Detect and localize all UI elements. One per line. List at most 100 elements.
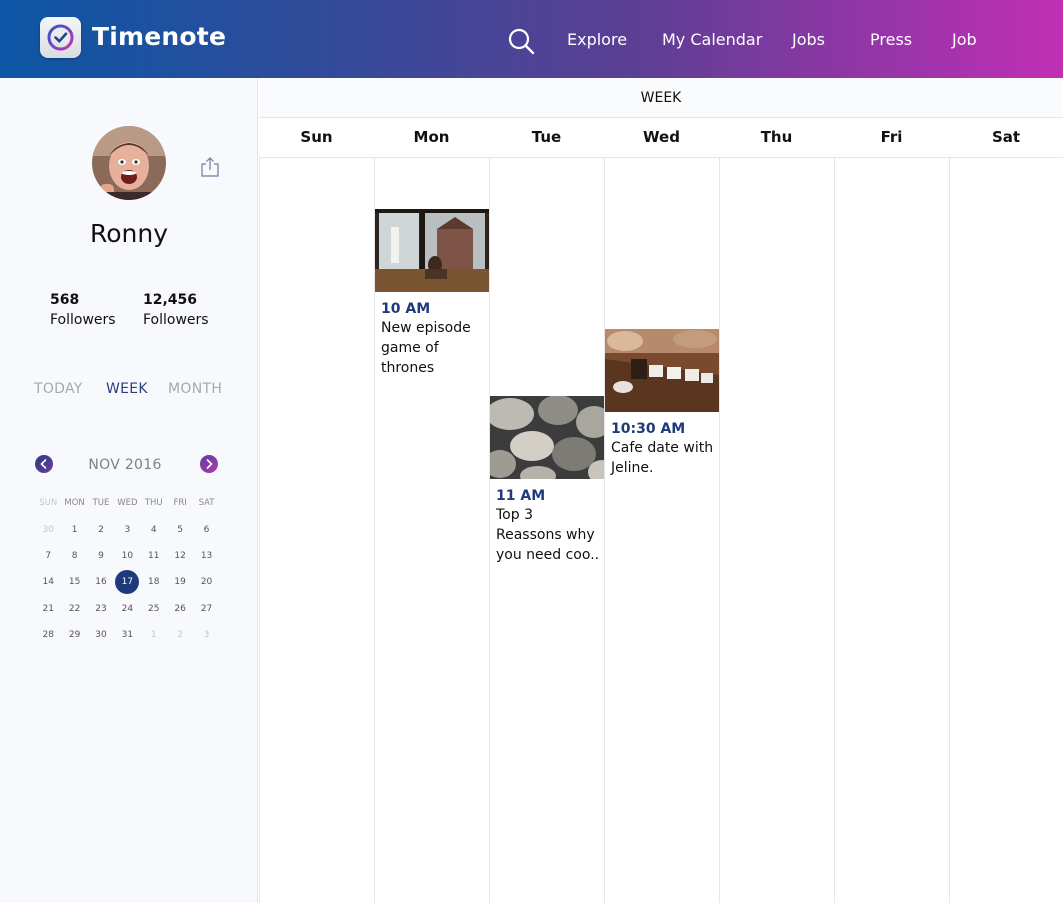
day-cell[interactable]: 5 bbox=[167, 525, 193, 535]
day-cell[interactable]: 20 bbox=[193, 577, 219, 587]
day-column-fri[interactable] bbox=[834, 158, 949, 903]
stat-label: Followers bbox=[50, 312, 116, 328]
stat-label: Followers bbox=[143, 312, 209, 328]
day-cell[interactable]: 1 bbox=[61, 525, 87, 535]
day-number: 6 bbox=[203, 524, 210, 535]
stat-value: 568 bbox=[50, 292, 80, 308]
day-number: 19 bbox=[174, 577, 186, 588]
event-card-wed[interactable]: 10:30 AM Cafe date with Jeline. bbox=[605, 329, 719, 478]
event-time: 11 AM bbox=[496, 488, 546, 504]
next-month-button[interactable] bbox=[200, 455, 218, 473]
chevron-right-icon bbox=[206, 459, 213, 469]
share-icon[interactable] bbox=[200, 156, 220, 178]
day-header-sun: Sun bbox=[259, 118, 374, 158]
avatar[interactable] bbox=[92, 126, 166, 200]
nav-job[interactable]: Job bbox=[952, 30, 977, 49]
day-cell[interactable]: 24 bbox=[114, 604, 140, 614]
day-cell[interactable]: 23 bbox=[88, 604, 114, 614]
day-cell[interactable]: 3 bbox=[193, 630, 219, 640]
day-number: 15 bbox=[68, 577, 81, 588]
day-number: 27 bbox=[200, 603, 213, 614]
day-cell[interactable]: 3 bbox=[114, 525, 140, 535]
day-cell[interactable]: 9 bbox=[88, 551, 114, 561]
week-row: 28 29 30 31 1 2 3 bbox=[35, 622, 220, 648]
day-cell[interactable]: 12 bbox=[167, 551, 193, 561]
day-column-sun[interactable] bbox=[259, 158, 374, 903]
day-column-wed[interactable] bbox=[604, 158, 719, 903]
week-row: 14 15 16 17 18 19 20 bbox=[35, 569, 220, 595]
event-title: Top 3 Reassons why you need coo.. bbox=[496, 507, 600, 563]
nav-my-calendar[interactable]: My Calendar bbox=[662, 30, 762, 49]
day-number: 14 bbox=[42, 577, 54, 588]
day-cell[interactable]: 10 bbox=[114, 551, 140, 561]
day-column-sat[interactable] bbox=[949, 158, 1063, 903]
day-header-sat: Sat bbox=[949, 118, 1063, 158]
tab-today[interactable]: TODAY bbox=[34, 381, 83, 397]
search-icon[interactable] bbox=[507, 27, 535, 55]
day-column-thu[interactable] bbox=[719, 158, 834, 903]
day-header-tue: Tue bbox=[489, 118, 604, 158]
day-header-mon: Mon bbox=[374, 118, 489, 158]
nav-explore[interactable]: Explore bbox=[567, 30, 627, 49]
day-cell[interactable]: 30 bbox=[88, 630, 114, 640]
day-cell[interactable]: 4 bbox=[141, 525, 167, 535]
week-row: 21 22 23 24 25 26 27 bbox=[35, 596, 220, 622]
stat-followers-1[interactable]: 568 Followers bbox=[50, 290, 116, 330]
day-cell[interactable]: 6 bbox=[193, 525, 219, 535]
day-cell[interactable]: 1 bbox=[141, 630, 167, 640]
day-number: 18 bbox=[148, 577, 160, 588]
day-number: 26 bbox=[174, 603, 186, 614]
profile-name: Ronny bbox=[89, 219, 169, 248]
day-cell[interactable]: 13 bbox=[193, 551, 219, 561]
tab-month[interactable]: MONTH bbox=[168, 381, 222, 397]
day-number: 20 bbox=[200, 577, 213, 588]
weekday-label: MON bbox=[64, 498, 85, 509]
event-time: 10 AM bbox=[381, 301, 431, 317]
day-header-fri: Fri bbox=[834, 118, 949, 158]
selected-day[interactable]: 17 bbox=[114, 570, 140, 595]
prev-month-button[interactable] bbox=[35, 455, 53, 473]
day-cell[interactable]: 7 bbox=[35, 551, 61, 561]
day-number: 10 bbox=[121, 550, 134, 561]
day-number: 21 bbox=[42, 603, 54, 614]
day-cell[interactable]: 29 bbox=[61, 630, 87, 640]
event-image bbox=[375, 209, 489, 292]
day-cell[interactable]: 28 bbox=[35, 630, 61, 640]
day-number: 3 bbox=[203, 630, 210, 641]
weekday-label: SAT bbox=[198, 498, 215, 509]
day-cell[interactable]: 2 bbox=[167, 630, 193, 640]
nav-press[interactable]: Press bbox=[870, 30, 912, 49]
timenote-logo[interactable] bbox=[40, 17, 81, 58]
day-number: 24 bbox=[121, 603, 134, 614]
day-cell[interactable]: 26 bbox=[167, 604, 193, 614]
day-number: 28 bbox=[42, 630, 54, 641]
day-cell[interactable]: 30 bbox=[35, 525, 61, 535]
stat-value: 12,456 bbox=[143, 292, 198, 308]
week-row: 30 1 2 3 4 5 6 bbox=[35, 516, 220, 542]
day-cell[interactable]: 14 bbox=[35, 577, 61, 587]
day-number: 5 bbox=[177, 524, 184, 535]
day-number: 8 bbox=[71, 550, 78, 561]
weekday-label: FRI bbox=[173, 498, 187, 509]
day-cell[interactable]: 16 bbox=[88, 577, 114, 587]
day-cell[interactable]: 22 bbox=[61, 604, 87, 614]
day-number: 1 bbox=[71, 524, 78, 535]
event-card-mon[interactable]: 10 AM New episode game of thrones bbox=[375, 209, 489, 378]
day-cell[interactable]: 8 bbox=[61, 551, 87, 561]
brand-name[interactable]: Timenote bbox=[92, 22, 226, 51]
day-cell[interactable]: 25 bbox=[141, 604, 167, 614]
day-cell[interactable]: 31 bbox=[114, 630, 140, 640]
day-cell[interactable]: 2 bbox=[88, 525, 114, 535]
day-cell[interactable]: 11 bbox=[141, 551, 167, 561]
day-cell[interactable]: 18 bbox=[141, 577, 167, 587]
day-cell[interactable]: 21 bbox=[35, 604, 61, 614]
event-image bbox=[605, 329, 719, 412]
day-cell[interactable]: 15 bbox=[61, 577, 87, 587]
day-cell[interactable]: 27 bbox=[193, 604, 219, 614]
nav-jobs[interactable]: Jobs bbox=[792, 30, 825, 49]
stat-followers-2[interactable]: 12,456 Followers bbox=[143, 290, 209, 330]
day-cell[interactable]: 19 bbox=[167, 577, 193, 587]
profile-sidebar: Ronny 568 Followers 12,456 Followers TOD… bbox=[0, 78, 258, 903]
event-card-tue[interactable]: 11 AM Top 3 Reassons why you need coo.. bbox=[490, 396, 604, 565]
tab-week[interactable]: WEEK bbox=[106, 381, 148, 397]
